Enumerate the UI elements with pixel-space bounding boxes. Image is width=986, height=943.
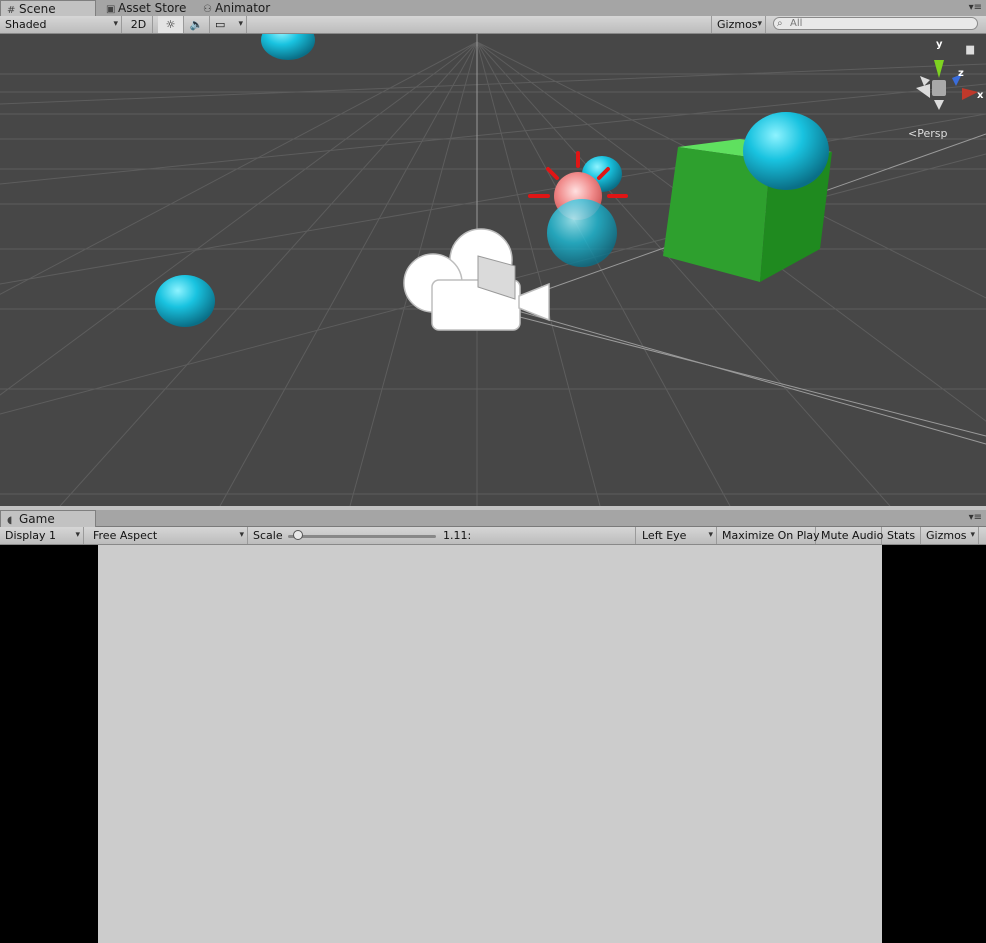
- aspect-dropdown[interactable]: Free Aspect: [88, 527, 248, 544]
- hierarchy-search-input[interactable]: ⌕ All: [773, 17, 978, 30]
- scene-view[interactable]: ▆ y z x <Persp: [0, 34, 986, 506]
- sphere-object[interactable]: [261, 34, 315, 60]
- x-axis-label: x: [977, 90, 984, 101]
- shading-mode-dropdown[interactable]: Shaded: [0, 16, 122, 33]
- scene-tab-bar: # Scene ▣ Asset Store ⚇ Animator ▾≡: [0, 0, 986, 17]
- sphere-object[interactable]: [155, 275, 215, 327]
- game-gizmos-dropdown[interactable]: Gizmos: [921, 527, 979, 544]
- audio-toggle-button[interactable]: 🔈: [184, 16, 210, 33]
- eye-dropdown[interactable]: Left Eye: [637, 527, 717, 544]
- neg-y-axis-cone-icon[interactable]: [934, 100, 944, 110]
- maximize-on-play-toggle[interactable]: Maximize On Play: [717, 527, 820, 544]
- z-axis-label: z: [958, 68, 964, 79]
- mute-audio-toggle[interactable]: Mute Audio: [816, 527, 883, 544]
- projection-label[interactable]: <Persp: [908, 127, 947, 140]
- panel-menu-icon[interactable]: ▾≡: [969, 2, 982, 13]
- game-toolbar: Display 1 Free Aspect Scale 1.11: Left E…: [0, 527, 986, 545]
- scale-slider[interactable]: [288, 535, 436, 538]
- sun-icon: ☼: [165, 18, 176, 31]
- game-render-canvas[interactable]: [98, 545, 882, 943]
- effects-dropdown[interactable]: ▭: [210, 16, 247, 33]
- sphere-object[interactable]: [743, 112, 829, 190]
- scale-slider-handle[interactable]: [293, 530, 304, 540]
- x-axis-cone-icon[interactable]: [962, 88, 978, 100]
- y-axis-label: y: [936, 39, 943, 50]
- game-view[interactable]: [0, 545, 986, 943]
- camera-gizmo-icon[interactable]: [403, 228, 550, 331]
- scene-gizmos-dropdown[interactable]: Gizmos: [711, 16, 766, 33]
- stats-toggle[interactable]: Stats: [882, 527, 921, 544]
- gizmo-center-cube[interactable]: [932, 80, 946, 96]
- orientation-gizmo[interactable]: ▆ y z x <Persp: [896, 34, 986, 144]
- tab-asset-store[interactable]: ▣ Asset Store: [100, 0, 192, 16]
- scene-toolbar: Shaded 2D ☼ 🔈 ▭ Gizmos ⌕All: [0, 16, 986, 34]
- neg-x-axis-cone-icon[interactable]: [916, 84, 930, 98]
- tab-animator[interactable]: ⚇ Animator: [197, 0, 276, 16]
- tab-game[interactable]: ◖ Game: [0, 510, 96, 527]
- scale-label: Scale: [253, 529, 283, 542]
- scale-value: 1.11:: [443, 529, 472, 542]
- lighting-toggle-button[interactable]: ☼: [158, 16, 184, 33]
- search-icon: ⌕: [777, 18, 783, 29]
- scale-control: Scale 1.11:: [248, 527, 636, 544]
- game-tab-bar: ◖ Game ▾≡: [0, 510, 986, 527]
- 2d-toggle-button[interactable]: 2D: [125, 16, 153, 33]
- panel-menu-icon[interactable]: ▾≡: [969, 512, 982, 523]
- image-icon: ▭: [215, 18, 226, 31]
- display-dropdown[interactable]: Display 1: [0, 527, 84, 544]
- y-axis-cone-icon[interactable]: [934, 60, 944, 78]
- tab-scene[interactable]: # Scene: [0, 0, 96, 17]
- sphere-object[interactable]: [547, 199, 617, 267]
- speaker-icon: 🔈: [189, 18, 204, 31]
